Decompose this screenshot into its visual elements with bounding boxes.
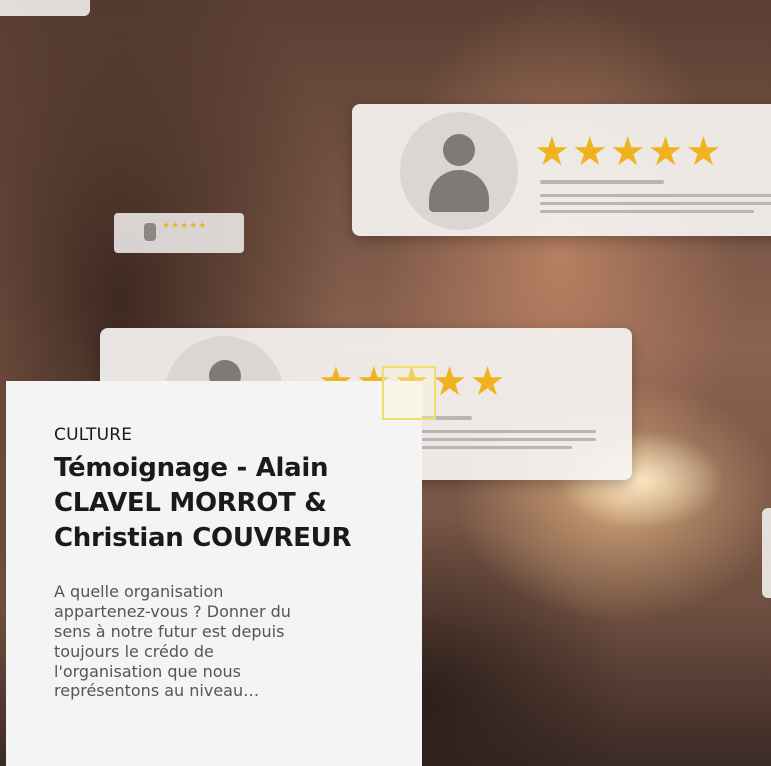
article-title[interactable]: Témoignage - Alain CLAVEL MORROT & Chris… (54, 451, 386, 556)
text-line (540, 202, 771, 205)
user-icon (144, 223, 156, 241)
small-review-card: ★★★★★ (114, 213, 244, 253)
text-line (540, 194, 771, 197)
star-rating-icon: ★★★★★ (534, 129, 724, 175)
partial-review-card (0, 0, 90, 16)
avatar (400, 112, 518, 230)
partial-review-card (762, 508, 771, 598)
text-line (540, 210, 754, 213)
text-line (540, 180, 664, 184)
category-label[interactable]: CULTURE (54, 425, 386, 445)
review-card-top: ★★★★★ (352, 104, 771, 236)
article-card[interactable]: CULTURE Témoignage - Alain CLAVEL MORROT… (6, 381, 422, 766)
highlight-square (382, 366, 436, 420)
user-icon (400, 112, 518, 230)
star-rating-icon: ★★★★★ (162, 221, 208, 231)
article-excerpt: A quelle organisation appartenez-vous ? … (54, 582, 291, 701)
